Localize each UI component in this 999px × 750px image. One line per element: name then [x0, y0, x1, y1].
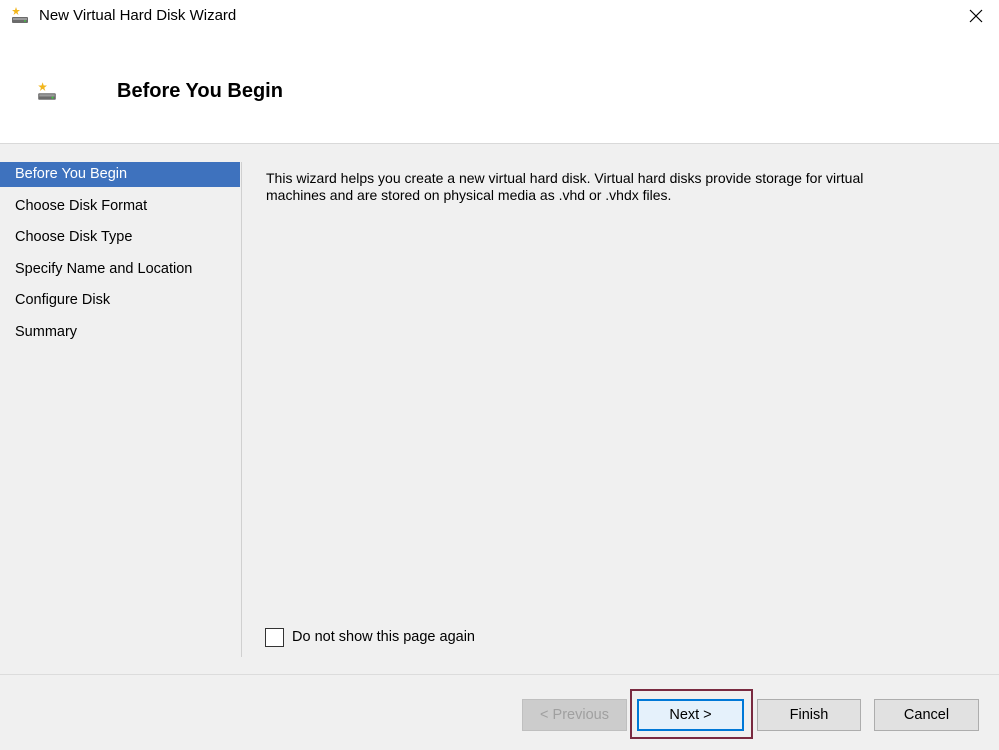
next-button-highlight	[630, 689, 753, 739]
nav-item-choose-disk-format[interactable]: Choose Disk Format	[0, 194, 240, 219]
wizard-description: This wizard helps you create a new virtu…	[266, 170, 966, 204]
nav-item-configure-disk[interactable]: Configure Disk	[0, 288, 240, 313]
nav-item-summary[interactable]: Summary	[0, 320, 240, 345]
nav-item-specify-name-location[interactable]: Specify Name and Location	[0, 257, 240, 282]
do-not-show-again-row[interactable]: Do not show this page again	[265, 627, 475, 647]
title-bar: New Virtual Hard Disk Wizard	[0, 0, 999, 32]
disk-wizard-icon	[12, 7, 28, 23]
window-title: New Virtual Hard Disk Wizard	[39, 7, 237, 24]
previous-button[interactable]: < Previous	[522, 699, 627, 731]
cancel-button[interactable]: Cancel	[874, 699, 979, 731]
wizard-window: New Virtual Hard Disk Wizard Before You …	[0, 0, 999, 750]
do-not-show-again-checkbox[interactable]	[265, 627, 284, 647]
description-line: This wizard helps you create a new virtu…	[266, 170, 864, 186]
description-line: machines and are stored on physical medi…	[266, 187, 672, 203]
footer-divider	[0, 674, 999, 675]
wizard-header: Before You Begin	[0, 32, 999, 144]
nav-item-before-you-begin[interactable]: Before You Begin	[0, 162, 240, 187]
disk-wizard-icon	[38, 82, 56, 100]
do-not-show-again-label[interactable]: Do not show this page again	[292, 629, 475, 645]
close-icon	[969, 9, 983, 23]
page-title: Before You Begin	[117, 80, 283, 102]
close-button[interactable]	[953, 0, 999, 32]
wizard-steps-nav: Before You Begin Choose Disk Format Choo…	[0, 162, 242, 657]
nav-item-choose-disk-type[interactable]: Choose Disk Type	[0, 225, 240, 250]
finish-button[interactable]: Finish	[757, 699, 861, 731]
